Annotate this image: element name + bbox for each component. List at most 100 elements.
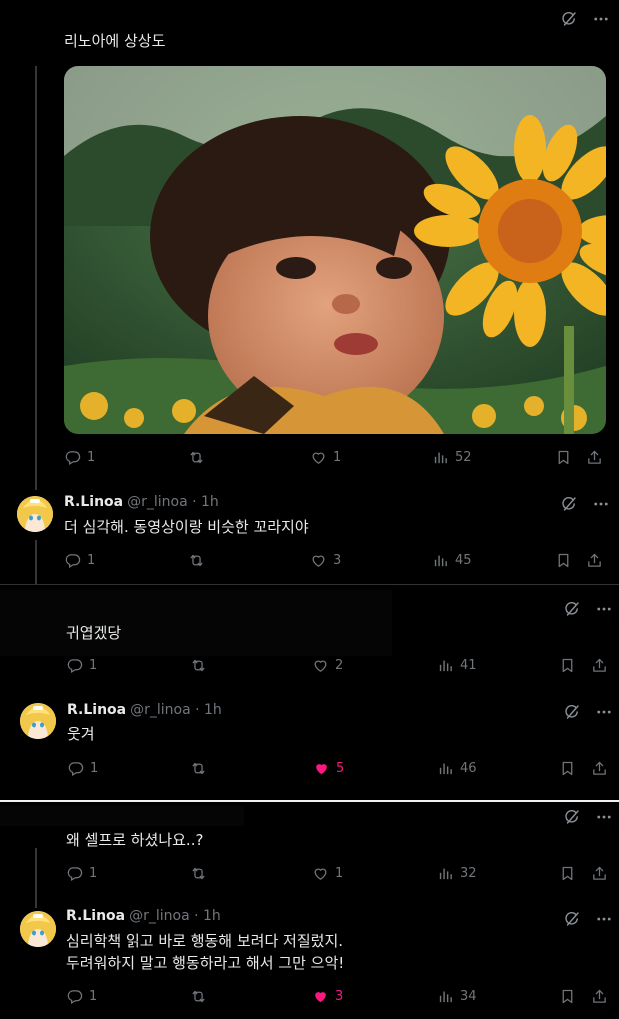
heart-icon: [312, 865, 329, 882]
repost-icon: [190, 865, 207, 882]
avatar[interactable]: [20, 911, 56, 947]
handle-time[interactable]: @r_linoa · 1h: [127, 494, 219, 510]
share-icon: [586, 449, 603, 466]
repost-icon: [190, 988, 207, 1005]
grok-icon[interactable]: [563, 910, 581, 928]
reply-button[interactable]: 1: [66, 865, 97, 882]
reply-icon: [66, 657, 83, 674]
grok-icon[interactable]: [560, 10, 578, 28]
grok-icon[interactable]: [563, 703, 581, 721]
views-count: 41: [460, 658, 477, 673]
like-button[interactable]: 5: [313, 760, 344, 777]
like-button[interactable]: 2: [312, 657, 343, 674]
share-button[interactable]: [591, 988, 608, 1005]
share-button[interactable]: [591, 760, 608, 777]
more-icon[interactable]: [595, 703, 613, 721]
bookmark-icon: [555, 552, 572, 569]
post-text: 심리학책 읽고 바로 행동해 보려다 저질렀지. 두려워하지 말고 행동하라고 …: [66, 932, 345, 972]
bookmark-button[interactable]: [555, 552, 572, 569]
bookmark-button[interactable]: [559, 988, 576, 1005]
like-button[interactable]: 3: [312, 988, 343, 1005]
divider: [0, 584, 619, 585]
views-icon: [437, 760, 454, 777]
repost-button[interactable]: [190, 657, 213, 674]
like-button[interactable]: 1: [312, 865, 343, 882]
post-top-icons: [563, 910, 613, 928]
repost-icon: [188, 552, 205, 569]
like-count: 3: [335, 989, 344, 1004]
display-name[interactable]: R.Linoa: [67, 702, 126, 718]
grok-icon[interactable]: [560, 495, 578, 513]
share-icon: [586, 552, 603, 569]
reply-button[interactable]: 1: [64, 449, 95, 466]
avatar[interactable]: [17, 496, 53, 532]
views-icon: [432, 552, 449, 569]
reply-button[interactable]: 1: [66, 988, 97, 1005]
like-count: 2: [335, 658, 344, 673]
repost-button[interactable]: [188, 552, 211, 569]
like-button[interactable]: 1: [310, 449, 341, 466]
reply-button[interactable]: 1: [66, 657, 97, 674]
more-icon[interactable]: [592, 495, 610, 513]
display-name[interactable]: R.Linoa: [64, 494, 123, 510]
post-text: 웃겨: [67, 725, 95, 743]
redacted-header: [0, 590, 392, 656]
views-icon: [437, 865, 454, 882]
like-count: 5: [336, 761, 345, 776]
avatar[interactable]: [20, 703, 56, 739]
handle-time[interactable]: @r_linoa · 1h: [130, 702, 222, 718]
grok-icon[interactable]: [563, 808, 581, 826]
bookmark-button[interactable]: [559, 657, 576, 674]
bookmark-icon: [555, 449, 572, 466]
post-header: R.Linoa @r_linoa · 1h: [66, 908, 221, 924]
views-icon: [437, 988, 454, 1005]
views-count: 34: [460, 989, 477, 1004]
reply-count: 1: [90, 761, 99, 776]
like-count: 1: [335, 866, 344, 881]
more-icon[interactable]: [592, 10, 610, 28]
more-icon[interactable]: [595, 910, 613, 928]
post-top-icons: [560, 10, 610, 28]
grok-icon[interactable]: [563, 600, 581, 618]
bookmark-button[interactable]: [559, 865, 576, 882]
reply-button[interactable]: 1: [64, 552, 95, 569]
reply-icon: [67, 760, 84, 777]
views-button[interactable]: 32: [437, 865, 477, 882]
views-button[interactable]: 45: [432, 552, 472, 569]
post-header: R.Linoa @r_linoa · 1h: [67, 702, 222, 718]
repost-icon: [190, 657, 207, 674]
like-button[interactable]: 3: [310, 552, 341, 569]
thread-line: [35, 540, 37, 584]
views-button[interactable]: 46: [437, 760, 477, 777]
views-button[interactable]: 52: [432, 449, 472, 466]
bookmark-icon: [559, 865, 576, 882]
repost-button[interactable]: [188, 449, 211, 466]
child-sunflower-photo: [64, 66, 606, 434]
share-button[interactable]: [591, 657, 608, 674]
bookmark-icon: [559, 760, 576, 777]
post-photo[interactable]: [64, 66, 606, 434]
share-button[interactable]: [591, 865, 608, 882]
views-icon: [432, 449, 449, 466]
post-top-icons: [560, 495, 610, 513]
share-button[interactable]: [586, 449, 603, 466]
reply-count: 1: [89, 658, 98, 673]
more-icon[interactable]: [595, 808, 613, 826]
share-button[interactable]: [586, 552, 603, 569]
share-icon: [591, 760, 608, 777]
views-count: 45: [455, 553, 472, 568]
bookmark-button[interactable]: [559, 760, 576, 777]
handle-time[interactable]: @r_linoa · 1h: [129, 908, 221, 924]
views-button[interactable]: 34: [437, 988, 477, 1005]
display-name[interactable]: R.Linoa: [66, 908, 125, 924]
repost-button[interactable]: [190, 760, 213, 777]
views-button[interactable]: 41: [437, 657, 477, 674]
bookmark-button[interactable]: [555, 449, 572, 466]
repost-button[interactable]: [190, 865, 213, 882]
reply-count: 1: [87, 553, 96, 568]
repost-button[interactable]: [190, 988, 213, 1005]
post-text: 귀엽겠당: [66, 624, 122, 642]
more-icon[interactable]: [595, 600, 613, 618]
reply-button[interactable]: 1: [67, 760, 98, 777]
heart-icon: [310, 552, 327, 569]
